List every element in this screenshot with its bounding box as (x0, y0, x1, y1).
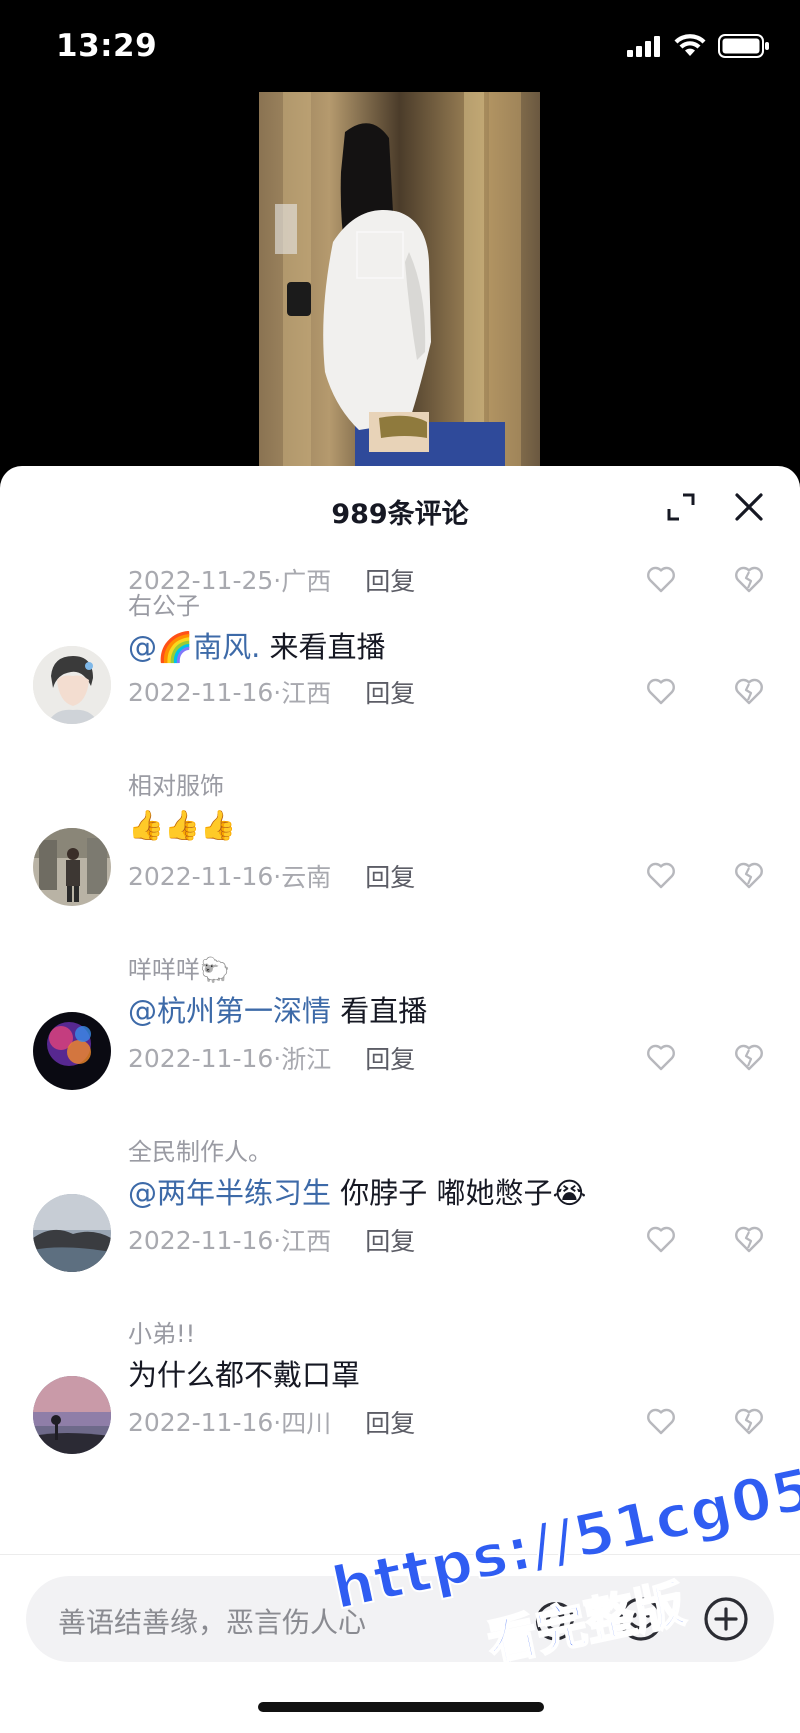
comment-meta: 2022-11-16 · 江西 回复 (128, 674, 415, 710)
comment-meta: 2022-11-16 · 四川 回复 (128, 1404, 415, 1440)
reply-button[interactable]: 回复 (365, 858, 415, 894)
comment-date: 2022-11-16 (128, 861, 274, 891)
home-indicator (258, 1702, 544, 1712)
reply-button[interactable]: 回复 (365, 1404, 415, 1440)
reply-button[interactable]: 回复 (365, 562, 415, 598)
comment-date: 2022-11-16 (128, 1407, 274, 1437)
avatar-image (33, 1012, 111, 1090)
smiley-icon[interactable] (616, 1594, 666, 1644)
heart-outline-icon[interactable] (645, 1223, 677, 1255)
comment-text: 👍👍👍 (128, 808, 237, 842)
screen: 13:29 989条评论 2022-11-25 · 广西 回复 右公子 @🌈南风… (0, 0, 800, 1733)
broken-heart-outline-icon[interactable] (733, 675, 765, 707)
comment-text: @两年半练习生 你脖子 嘟她憋子😭 (128, 1176, 587, 1210)
comment-location: 广西 (281, 567, 332, 596)
avatar-image (33, 1376, 111, 1454)
video-frame-image (259, 92, 540, 470)
avatar[interactable] (33, 1012, 111, 1090)
heart-outline-icon[interactable] (645, 563, 677, 595)
divider (0, 1554, 800, 1555)
avatar-image (33, 828, 111, 906)
avatar[interactable] (33, 1376, 111, 1454)
mention-button[interactable]: @ (530, 1594, 580, 1644)
heart-outline-icon[interactable] (645, 675, 677, 707)
avatar-image (33, 1194, 111, 1272)
sheet-header: 989条评论 (0, 466, 800, 556)
comment-text: @杭州第一深情 看直播 (128, 994, 428, 1028)
comment-date: 2022-11-16 (128, 1043, 274, 1073)
reply-button[interactable]: 回复 (365, 1222, 415, 1258)
reply-button[interactable]: 回复 (365, 1040, 415, 1076)
comment-text: @🌈南风. 来看直播 (128, 630, 386, 664)
avatar[interactable] (33, 646, 111, 724)
plus-circle-icon[interactable] (701, 1594, 751, 1644)
comment-username[interactable]: 相对服饰 (128, 766, 224, 801)
comment-username[interactable]: 咩咩咩🐑 (128, 950, 230, 985)
avatar-image (33, 646, 111, 724)
battery-icon (718, 34, 769, 58)
comment-username[interactable]: 小弟!! (128, 1314, 195, 1349)
comment-location: 云南 (281, 863, 332, 892)
avatar[interactable] (33, 1194, 111, 1272)
status-icons (626, 34, 770, 58)
comment-location: 四川 (281, 1409, 332, 1438)
comment-meta: 2022-11-16 · 云南 回复 (128, 858, 415, 894)
broken-heart-outline-icon[interactable] (733, 563, 765, 595)
comment-input-placeholder: 善语结善缘，恶言伤人心 (58, 1606, 367, 1639)
comment-username[interactable]: 右公子 (128, 586, 200, 621)
status-bar: 13:29 (0, 0, 800, 92)
mention-link[interactable]: @🌈南风. (128, 630, 260, 664)
comment-input[interactable]: 善语结善缘，恶言伤人心 @ (26, 1576, 774, 1662)
status-time: 13:29 (56, 28, 158, 64)
comment-location: 江西 (281, 679, 332, 708)
wifi-icon (674, 34, 706, 56)
video-player[interactable] (259, 92, 540, 470)
comment-date: 2022-11-16 (128, 677, 274, 707)
broken-heart-outline-icon[interactable] (733, 859, 765, 891)
heart-outline-icon[interactable] (645, 1405, 677, 1437)
close-icon (735, 493, 763, 521)
comment-text: 为什么都不戴口罩 (128, 1358, 361, 1392)
expand-icon (667, 493, 695, 521)
comment-meta: 2022-11-16 · 江西 回复 (128, 1222, 415, 1258)
heart-outline-icon[interactable] (645, 859, 677, 891)
expand-button[interactable] (662, 488, 700, 526)
comment-username[interactable]: 全民制作人。 (128, 1132, 272, 1167)
comment-location: 浙江 (281, 1045, 332, 1074)
mention-link[interactable]: @两年半练习生 (128, 1176, 331, 1210)
broken-heart-outline-icon[interactable] (733, 1223, 765, 1255)
heart-outline-icon[interactable] (645, 1041, 677, 1073)
broken-heart-outline-icon[interactable] (733, 1041, 765, 1073)
mention-link[interactable]: @杭州第一深情 (128, 994, 331, 1028)
close-button[interactable] (728, 486, 770, 528)
broken-heart-outline-icon[interactable] (733, 1405, 765, 1437)
avatar[interactable] (33, 828, 111, 906)
cellular-signal-icon (627, 36, 660, 57)
comments-sheet: 989条评论 2022-11-25 · 广西 回复 右公子 @🌈南风. 来看直播… (0, 466, 800, 1733)
reply-button[interactable]: 回复 (365, 674, 415, 710)
comment-date: 2022-11-16 (128, 1225, 274, 1255)
comment-meta: 2022-11-16 · 浙江 回复 (128, 1040, 415, 1076)
comment-location: 江西 (281, 1227, 332, 1256)
